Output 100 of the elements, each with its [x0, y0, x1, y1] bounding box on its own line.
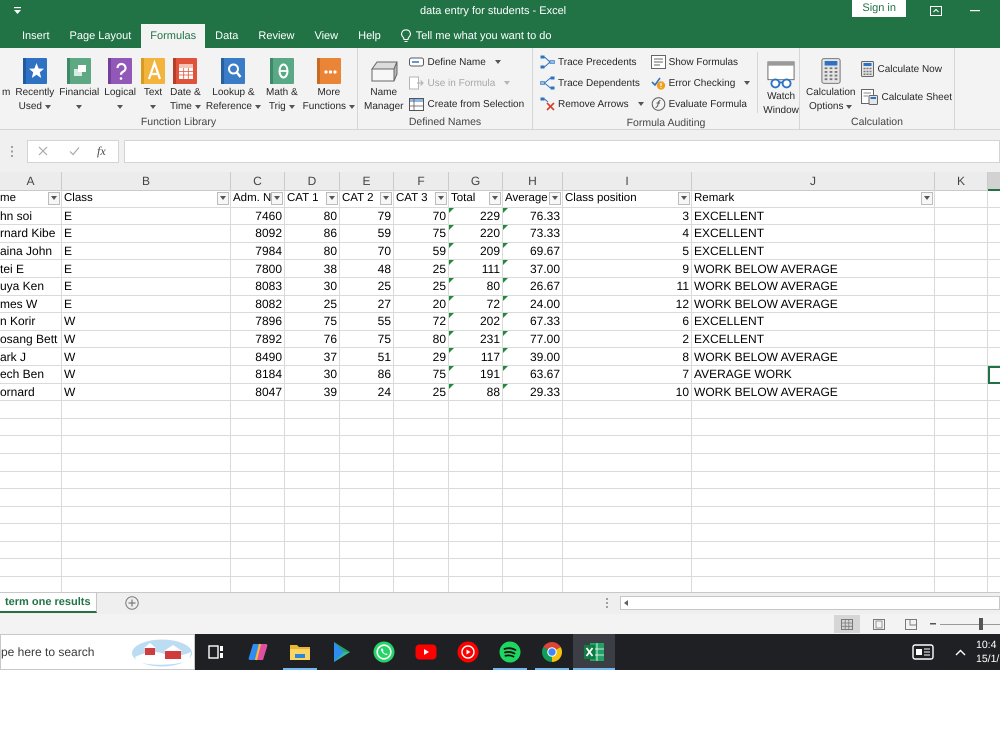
sheet-tab[interactable]: term one results — [0, 593, 97, 613]
caret-icon — [924, 196, 930, 200]
filter-button[interactable] — [326, 192, 338, 205]
check-icon[interactable] — [69, 146, 80, 156]
filter-button[interactable] — [217, 192, 229, 205]
taskbar-button[interactable] — [573, 634, 615, 670]
empty-cell — [285, 559, 340, 578]
chevron-box-icon[interactable] — [930, 6, 942, 16]
table-cell-text: 12 — [674, 298, 690, 310]
news-icon[interactable] — [912, 644, 934, 660]
grid-view-icon — [841, 618, 853, 630]
ribbon-tab[interactable]: Insert — [12, 24, 60, 48]
view-button[interactable] — [834, 615, 860, 633]
filter-button[interactable] — [380, 192, 392, 205]
table-cell-text: 4 — [681, 227, 690, 240]
ribbon-button[interactable]: Show Formulas — [650, 53, 750, 71]
add-sheet-icon[interactable] — [124, 596, 139, 610]
empty-cell — [340, 418, 394, 436]
column-header[interactable]: D — [285, 172, 340, 191]
empty-cell — [394, 506, 449, 524]
empty-cell — [285, 489, 340, 507]
column-title: CAT 1 — [286, 192, 319, 204]
active-cell[interactable] — [988, 366, 1000, 384]
empty-cell — [449, 454, 503, 472]
slider-thumb[interactable] — [978, 618, 983, 630]
task-view-icon — [208, 644, 224, 660]
ribbon-button[interactable]: Recently Used — [13, 48, 56, 116]
horizontal-scrollbar[interactable] — [620, 596, 1000, 610]
ribbon-button[interactable]: Date & Time — [168, 48, 203, 116]
table-cell-text: 7460 — [254, 210, 283, 222]
ribbon-button[interactable]: m — [0, 48, 12, 116]
empty-cell — [231, 524, 285, 542]
ribbon-tab[interactable]: Data — [205, 24, 248, 48]
empty-cell — [0, 489, 62, 507]
ribbon-button[interactable]: Math & Trig — [264, 48, 300, 116]
ribbon-tab[interactable]: Page Layout — [60, 24, 142, 48]
ribbon-button[interactable]: Define Name — [409, 53, 524, 71]
zoom-slider[interactable] — [940, 618, 1000, 630]
filter-button[interactable] — [678, 192, 690, 205]
ribbon-button[interactable]: Calculate Sheet — [861, 88, 952, 106]
column-header[interactable]: B — [62, 172, 231, 191]
ribbon-button[interactable]: Financial — [57, 48, 102, 116]
empty-cell — [449, 559, 503, 578]
ribbon-button[interactable]: Calculate Now — [861, 60, 952, 78]
column-header[interactable]: I — [563, 172, 692, 191]
ribbon-tab[interactable]: View — [304, 24, 348, 48]
column-header[interactable] — [988, 172, 1000, 191]
column-header[interactable]: F — [394, 172, 449, 191]
scroll-left-icon[interactable] — [624, 600, 628, 606]
table-cell-text: E — [63, 280, 74, 292]
empty-cell — [394, 542, 449, 560]
ribbon-button[interactable]: Trace Precedents — [540, 53, 644, 71]
column-header[interactable]: G — [449, 172, 503, 191]
empty-cell — [503, 436, 563, 454]
filter-button[interactable] — [48, 192, 60, 205]
caret-icon — [438, 196, 444, 200]
filter-button[interactable] — [489, 192, 501, 205]
column-header[interactable]: K — [935, 172, 988, 191]
insert-function-button[interactable]: fx — [97, 144, 106, 158]
chevron-up-icon[interactable] — [955, 648, 966, 656]
sign-in-button[interactable]: Sign in — [852, 0, 906, 17]
filter-button[interactable] — [271, 192, 284, 205]
ribbon-button[interactable]: Lookup & Reference — [204, 48, 263, 116]
circled-function-icon — [650, 97, 666, 111]
ribbon-button[interactable]: Remove Arrows — [540, 95, 644, 113]
ribbon-button[interactable]: Calculation Options — [804, 48, 858, 116]
table-cell-text: EXCELLENT — [693, 333, 766, 346]
ribbon-button[interactable]: Watch Window — [761, 52, 801, 113]
search-box[interactable]: pe here to search — [0, 634, 195, 670]
clock-date: 15/1/ — [976, 652, 1000, 666]
window-glasses-icon — [766, 61, 796, 89]
ribbon-button[interactable]: Name Manager — [362, 48, 406, 116]
ribbon-button[interactable]: Logical — [102, 48, 138, 116]
ribbon-tab[interactable]: Help — [348, 24, 391, 48]
filter-button[interactable] — [549, 192, 561, 205]
table-cell-text: hn soi — [0, 210, 34, 222]
table-cell-text: 79 — [376, 210, 392, 222]
ribbon-button[interactable]: Text — [138, 48, 167, 116]
formula-input[interactable] — [124, 140, 1000, 162]
ribbon-button[interactable]: Trace Dependents — [540, 74, 644, 92]
ribbon-button[interactable]: Evaluate Formula — [650, 95, 750, 113]
minus-icon[interactable] — [930, 623, 936, 625]
magnifier-book-icon — [221, 58, 246, 84]
column-header[interactable]: J — [692, 172, 935, 191]
column-header[interactable]: E — [340, 172, 394, 191]
customize-caret-icon[interactable] — [14, 7, 21, 15]
column-header[interactable]: C — [231, 172, 285, 191]
column-header[interactable]: H — [503, 172, 563, 191]
ribbon-tab[interactable]: Review — [248, 24, 304, 48]
minimize-icon[interactable] — [970, 10, 980, 12]
ribbon-button[interactable]: Error Checking — [650, 74, 750, 92]
ribbon-tab[interactable]: Formulas — [141, 24, 206, 48]
column-header[interactable]: A — [0, 172, 62, 191]
table-cell-text: 7984 — [254, 245, 283, 258]
ribbon-button[interactable]: Create from Selection — [409, 95, 524, 113]
empty-cell — [935, 454, 988, 472]
filter-button[interactable] — [435, 192, 447, 205]
ribbon-button[interactable]: More Functions — [300, 48, 358, 116]
filter-button[interactable] — [921, 192, 933, 205]
tell-me-button[interactable]: Tell me what you want to do — [400, 24, 552, 48]
